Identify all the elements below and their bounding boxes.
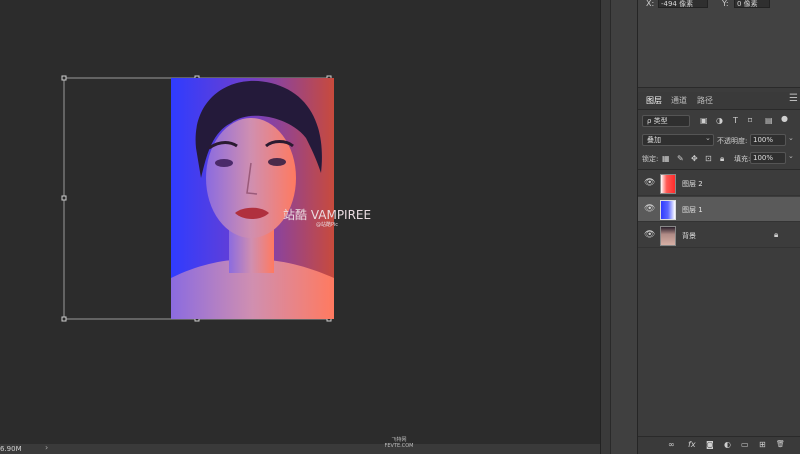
lock-row: 锁定: ▦ ✎ ✥ ⊡ 🔒︎ 填充: 100% ⌄	[638, 151, 800, 167]
lock-position-icon[interactable]: ✥	[691, 154, 698, 164]
lock-label: 锁定:	[642, 155, 659, 163]
canvas-watermark-sub: @站酷Pic	[316, 222, 339, 228]
panel-menu-icon[interactable]: ☰	[789, 93, 798, 104]
document-size: 6.90M	[0, 445, 22, 453]
visibility-eye-icon[interactable]: 👁︎	[644, 204, 655, 214]
y-label: Y:	[722, 0, 729, 8]
layer-lock-icon: 🔒︎	[774, 230, 779, 239]
filter-shape-icon[interactable]: ⌑	[748, 116, 752, 126]
filter-type-icon[interactable]: T	[733, 116, 738, 126]
lock-paint-icon[interactable]: ✎	[677, 154, 684, 164]
adjustment-icon[interactable]: ◐	[724, 440, 731, 449]
fill-field[interactable]: 100%	[750, 152, 786, 164]
portrait-photo	[171, 78, 334, 319]
layer-filter-row: ρ 类型 ▣ ◑ T ⌑ ▤ ●	[638, 113, 800, 131]
blend-mode-chevron-icon: ⌄	[705, 134, 711, 142]
panel-dock-collapsed	[610, 0, 637, 454]
filter-kind-select[interactable]: ρ 类型	[642, 115, 690, 127]
layer-thumbnail	[660, 200, 676, 220]
layers-tab-bar: 图层 通道 路径 ☰	[638, 92, 800, 110]
x-field[interactable]: -494 像素	[658, 0, 708, 8]
trash-icon[interactable]: 🗑	[776, 440, 785, 448]
filter-adjustment-icon[interactable]: ◑	[716, 116, 723, 126]
layer-row[interactable]: 👁︎ 图层 2	[638, 171, 800, 196]
lock-all-icon[interactable]: 🔒︎	[720, 154, 724, 164]
folder-icon[interactable]: ▭	[741, 440, 749, 449]
new-layer-icon[interactable]: ⊞	[759, 440, 766, 449]
filter-pixel-icon[interactable]: ▣	[700, 116, 708, 126]
link-icon[interactable]: ∞	[668, 440, 675, 449]
tab-paths[interactable]: 路径	[697, 95, 713, 106]
tab-channels[interactable]: 通道	[671, 95, 687, 106]
layers-bottom-bar: ∞ fx ◙ ◐ ▭ ⊞ 🗑	[638, 436, 800, 454]
layers-divider	[638, 169, 800, 170]
mask-icon[interactable]: ◙	[706, 440, 714, 449]
panel-dock-gutter	[600, 0, 610, 454]
document-image[interactable]	[171, 78, 334, 319]
layer-row[interactable]: 👁︎ 背景 🔒︎	[638, 223, 800, 248]
fx-icon[interactable]: fx	[688, 440, 696, 449]
opacity-label: 不透明度:	[717, 137, 748, 145]
transform-handle-tl	[61, 75, 67, 81]
status-bar: 6.90M ›	[0, 443, 600, 454]
opacity-chevron-icon[interactable]: ⌄	[788, 134, 794, 142]
transform-handle-bl	[61, 316, 67, 322]
layer-name[interactable]: 图层 1	[682, 205, 703, 215]
x-label: X:	[646, 0, 655, 8]
site-watermark-line2: FEVTE.COM	[384, 443, 414, 449]
transform-handle-ml	[61, 195, 67, 201]
lock-transparent-icon[interactable]: ▦	[662, 154, 670, 164]
status-menu-arrow[interactable]: ›	[45, 443, 48, 453]
y-field[interactable]: 0 像素	[734, 0, 770, 8]
layer-row-selected[interactable]: 👁︎ 图层 1	[638, 197, 800, 222]
visibility-eye-icon[interactable]: 👁︎	[644, 230, 655, 240]
fill-label: 填充:	[734, 155, 751, 163]
site-watermark: 飞特网 FEVTE.COM	[374, 437, 424, 449]
layer-name[interactable]: 图层 2	[682, 179, 703, 189]
right-panel: X: -494 像素 Y: 0 像素 图层 通道 路径 ☰ ρ 类型 ▣ ◑ T…	[637, 0, 800, 454]
blend-row: 叠加 ⌄ 不透明度: 100% ⌄	[638, 133, 800, 149]
properties-panel: X: -494 像素 Y: 0 像素	[638, 0, 800, 88]
tab-layers[interactable]: 图层	[646, 95, 662, 106]
filter-smart-object-icon[interactable]: ▤	[765, 116, 773, 126]
filter-toggle-icon[interactable]: ●	[781, 114, 788, 124]
layer-thumbnail	[660, 174, 676, 194]
visibility-eye-icon[interactable]: 👁︎	[644, 178, 655, 188]
canvas-area[interactable]: 站酷 VAMPIREE @站酷Pic	[0, 0, 600, 444]
opacity-field[interactable]: 100%	[750, 134, 786, 146]
layer-thumbnail	[660, 226, 676, 246]
layer-name[interactable]: 背景	[682, 231, 696, 241]
fill-chevron-icon[interactable]: ⌄	[788, 152, 794, 160]
lock-artboard-icon[interactable]: ⊡	[705, 154, 712, 164]
blend-mode-select[interactable]: 叠加	[642, 134, 714, 146]
